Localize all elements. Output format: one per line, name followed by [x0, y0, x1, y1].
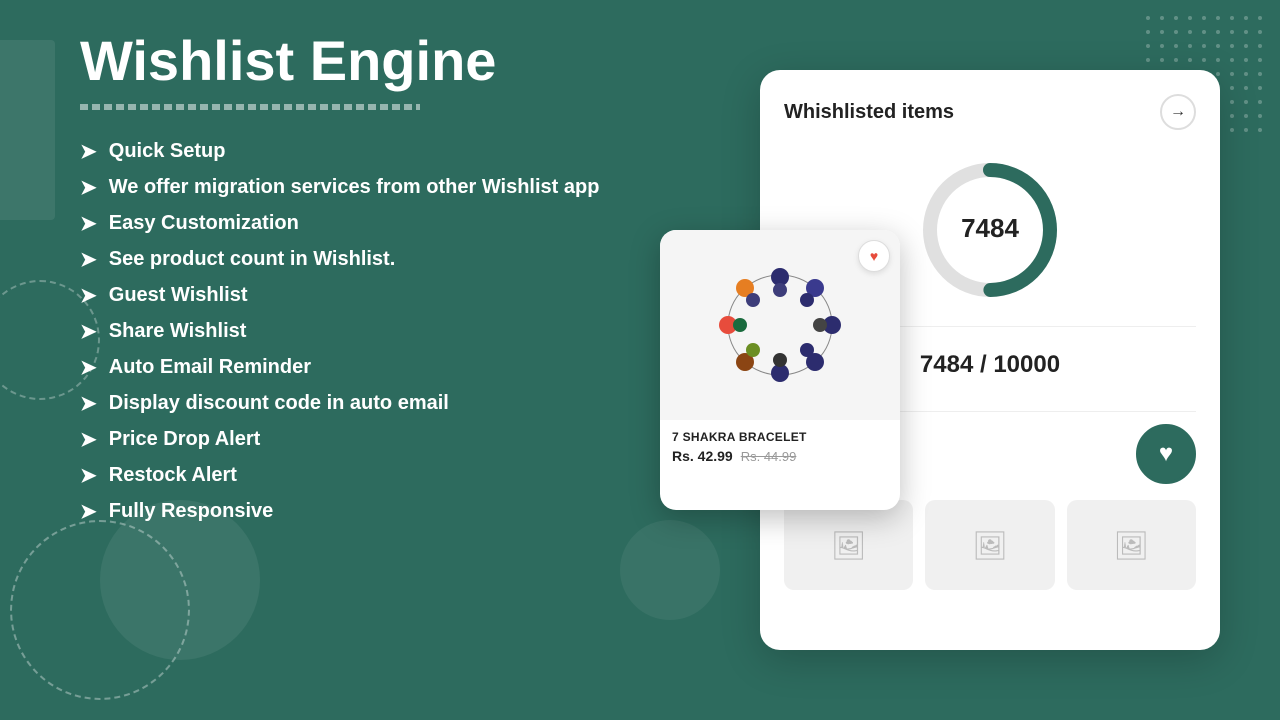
left-content-panel: Wishlist Engine ➤ Quick Setup ➤ We offer…	[80, 30, 620, 524]
image-placeholder-icon-3: 🖼	[1114, 529, 1150, 562]
feature-arrow-icon: ➤	[80, 139, 97, 164]
feature-text-quick-setup: Quick Setup	[109, 138, 226, 164]
card-arrow-icon: →	[1170, 103, 1186, 121]
feature-text-restock: Restock Alert	[109, 462, 237, 488]
feature-text-guest-wishlist: Guest Wishlist	[109, 282, 248, 308]
heart-button-large[interactable]: ♥	[1136, 424, 1196, 484]
heart-icon-large: ♥	[1159, 440, 1173, 468]
feature-text-price-drop: Price Drop Alert	[109, 426, 261, 452]
feature-text-share-wishlist: Share Wishlist	[109, 318, 247, 344]
card-header: Whishlisted items →	[784, 94, 1196, 130]
feature-item-product-count: ➤ See product count in Wishlist.	[80, 246, 620, 272]
feature-arrow-icon: ➤	[80, 499, 97, 524]
feature-item-restock: ➤ Restock Alert	[80, 462, 620, 488]
bg-dashed-circle-bottom	[10, 520, 190, 700]
product-name: 7 SHAKRA BRACELET	[672, 430, 888, 444]
card-arrow-button[interactable]: →	[1160, 94, 1196, 130]
feature-arrow-icon: ➤	[80, 211, 97, 236]
page-title: Wishlist Engine	[80, 30, 620, 92]
feature-item-price-drop: ➤ Price Drop Alert	[80, 426, 620, 452]
image-placeholder-icon-1: 🖼	[831, 529, 867, 562]
donut-chart: 7484	[910, 150, 1070, 310]
product-prices: Rs. 42.99 Rs. 44.99	[672, 448, 888, 464]
feature-text-discount-code: Display discount code in auto email	[109, 390, 449, 416]
feature-arrow-icon: ➤	[80, 283, 97, 308]
image-placeholder-icon-2: 🖼	[972, 529, 1008, 562]
feature-text-auto-email: Auto Email Reminder	[109, 354, 311, 380]
feature-arrow-icon: ➤	[80, 247, 97, 272]
feature-text-product-count: See product count in Wishlist.	[109, 246, 396, 272]
product-heart-icon: ♥	[870, 248, 878, 264]
feature-arrow-icon: ➤	[80, 355, 97, 380]
price-current: Rs. 42.99	[672, 448, 733, 464]
feature-item-guest-wishlist: ➤ Guest Wishlist	[80, 282, 620, 308]
feature-text-responsive: Fully Responsive	[109, 498, 274, 524]
feature-arrow-icon: ➤	[80, 463, 97, 488]
product-info: 7 SHAKRA BRACELET Rs. 42.99 Rs. 44.99	[660, 420, 900, 474]
price-original: Rs. 44.99	[741, 449, 797, 464]
feature-arrow-icon: ➤	[80, 427, 97, 452]
right-panel: Whishlisted items → 7484 7484 / 10000 ♥	[660, 50, 1220, 670]
feature-text-customization: Easy Customization	[109, 210, 299, 236]
product-heart-button[interactable]: ♥	[858, 240, 890, 272]
feature-item-auto-email: ➤ Auto Email Reminder	[80, 354, 620, 380]
feature-item-responsive: ➤ Fully Responsive	[80, 498, 620, 524]
donut-value-text: 7484	[961, 213, 1019, 243]
placeholder-item-1: 🖼	[784, 500, 913, 590]
product-image-area: ♥	[660, 230, 900, 420]
features-list: ➤ Quick Setup ➤ We offer migration servi…	[80, 138, 620, 524]
feature-item-quick-setup: ➤ Quick Setup	[80, 138, 620, 164]
card-title: Whishlisted items	[784, 101, 954, 124]
feature-item-customization: ➤ Easy Customization	[80, 210, 620, 236]
feature-item-share-wishlist: ➤ Share Wishlist	[80, 318, 620, 344]
feature-text-migration: We offer migration services from other W…	[109, 174, 600, 200]
bg-decoration-left-rect	[0, 40, 55, 220]
placeholder-item-3: 🖼	[1067, 500, 1196, 590]
feature-arrow-icon: ➤	[80, 175, 97, 200]
placeholder-image-row: 🖼 🖼 🖼	[784, 500, 1196, 590]
feature-arrow-icon: ➤	[80, 319, 97, 344]
feature-item-migration: ➤ We offer migration services from other…	[80, 174, 620, 200]
title-underline	[80, 104, 420, 110]
placeholder-item-2: 🖼	[925, 500, 1054, 590]
feature-arrow-icon: ➤	[80, 391, 97, 416]
feature-item-discount-code: ➤ Display discount code in auto email	[80, 390, 620, 416]
product-image	[705, 260, 855, 390]
product-card: ♥ 7 SHAKRA BRACELET Rs. 42.99 Rs. 44.99	[660, 230, 900, 510]
